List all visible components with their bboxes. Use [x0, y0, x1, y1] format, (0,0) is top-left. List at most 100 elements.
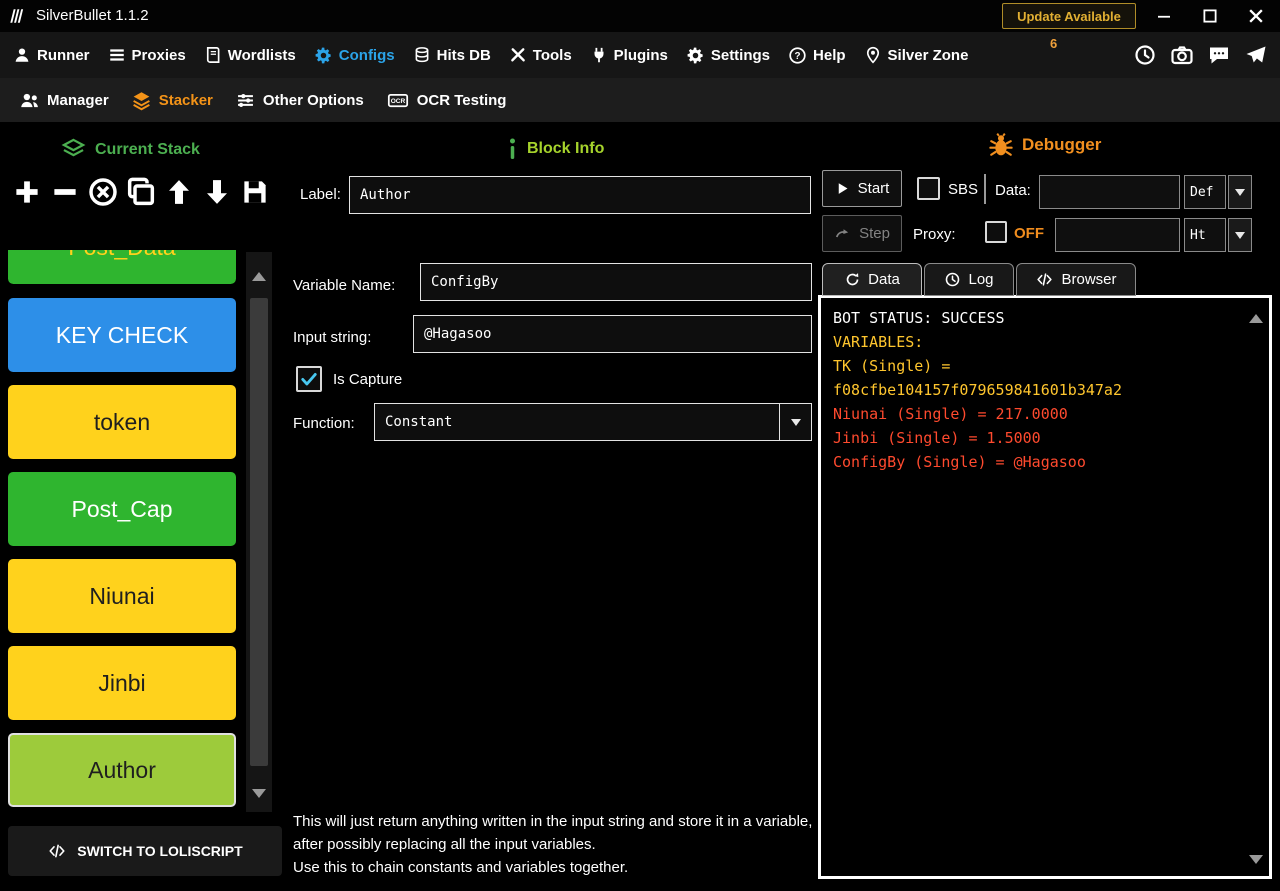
nav-item-configs[interactable]: Configs	[305, 32, 404, 78]
gear-icon	[686, 46, 705, 65]
telegram-button[interactable]	[1240, 39, 1272, 71]
nav-item-tools[interactable]: Tools	[500, 32, 581, 78]
nav-item-wordlists[interactable]: Wordlists	[195, 32, 305, 78]
start-button[interactable]: Start	[822, 170, 902, 207]
output-line: VARIABLES:	[833, 330, 1257, 354]
step-button[interactable]: Step	[822, 215, 902, 252]
nav-item-proxies[interactable]: Proxies	[99, 32, 195, 78]
history-button[interactable]	[1129, 39, 1161, 71]
move-down-button[interactable]	[198, 170, 236, 214]
tab-log[interactable]: Log	[924, 263, 1014, 296]
subnav-item-ocr-testing[interactable]: OCR OCR Testing	[375, 78, 518, 122]
label-field[interactable]: Author	[349, 176, 811, 214]
update-count-badge: 6	[1050, 36, 1057, 51]
subnav-item-manager[interactable]: Manager	[8, 78, 120, 122]
nav-item-hits-db[interactable]: Hits DB	[404, 32, 500, 78]
function-select[interactable]: Constant	[374, 403, 812, 441]
person-pin-icon	[864, 46, 882, 64]
code-icon	[1035, 271, 1054, 288]
remove-block-button[interactable]	[46, 170, 84, 214]
close-button[interactable]	[1238, 2, 1274, 30]
input-string-field[interactable]: @Hagasoo	[413, 315, 812, 353]
bug-icon	[988, 132, 1014, 158]
save-icon	[240, 177, 270, 207]
minimize-button[interactable]	[1146, 2, 1182, 30]
chat-icon	[1207, 43, 1231, 67]
output-line: ConfigBy (Single) = @Hagasoo	[833, 450, 1257, 474]
save-stack-button[interactable]	[236, 170, 274, 214]
stack-block-label: KEY CHECK	[56, 322, 189, 349]
nav-item-help[interactable]: ? Help	[779, 32, 855, 78]
nav-item-plugins[interactable]: Plugins	[581, 32, 677, 78]
proxy-input[interactable]	[1055, 218, 1180, 252]
stack-block-author[interactable]: Author	[8, 733, 236, 807]
stack-block-post-cap[interactable]: Post_Cap	[8, 472, 236, 546]
stack-block-key-check[interactable]: KEY CHECK	[8, 298, 236, 372]
stack-block-post-data[interactable]: Post_Data	[8, 250, 236, 284]
stack-block-niunai[interactable]: Niunai	[8, 559, 236, 633]
stack-block-label: token	[94, 409, 150, 436]
code-icon	[47, 842, 67, 860]
nav-item-silver-zone[interactable]: Silver Zone	[855, 32, 978, 78]
tab-browser[interactable]: Browser	[1016, 263, 1136, 296]
camera-icon	[1170, 43, 1194, 67]
scroll-down-arrow[interactable]	[1249, 855, 1263, 864]
plug-icon	[590, 46, 608, 64]
stack-block-jinbi[interactable]: Jinbi	[8, 646, 236, 720]
title-bar: SilverBullet 1.1.2 Update Available	[0, 0, 1280, 32]
is-capture-checkbox[interactable]	[296, 366, 322, 392]
data-input[interactable]	[1039, 175, 1180, 209]
clear-stack-button[interactable]	[84, 170, 122, 214]
data-type-select[interactable]: Def	[1184, 175, 1252, 209]
subnav-item-other-options[interactable]: Other Options	[224, 78, 375, 122]
proxy-checkbox[interactable]	[985, 221, 1007, 243]
clone-block-button[interactable]	[122, 170, 160, 214]
step-icon	[834, 225, 851, 242]
sbs-checkbox[interactable]	[917, 177, 940, 200]
output-line: TK (Single) =	[833, 354, 1257, 378]
input-string-label: Input string:	[293, 329, 371, 346]
scroll-down-arrow[interactable]	[252, 789, 266, 798]
scrollbar-thumb[interactable]	[250, 298, 268, 766]
nav-item-settings[interactable]: Settings	[677, 32, 779, 78]
sliders-icon	[235, 90, 256, 111]
variable-name-field[interactable]: ConfigBy	[420, 263, 812, 301]
circle-x-icon	[87, 176, 119, 208]
svg-text:OCR: OCR	[390, 98, 405, 105]
debugger-header: Debugger	[988, 132, 1101, 158]
database-icon	[413, 46, 431, 64]
arrow-down-icon	[202, 177, 232, 207]
plus-icon	[12, 177, 42, 207]
stack-icon	[60, 136, 87, 163]
switch-to-loliscript-button[interactable]: SWITCH TO LOLISCRIPT	[8, 826, 282, 876]
main-nav: Runner Proxies Wordlists Configs Hits DB…	[0, 32, 1280, 78]
variable-name-label: Variable Name:	[293, 277, 395, 294]
configs-subnav: Manager Stacker Other Options OCR OCR Te…	[0, 78, 1280, 122]
output-line: f08cfbe104157f079659841601b347a2	[833, 378, 1257, 402]
minus-icon	[50, 177, 80, 207]
stack-scrollbar[interactable]	[246, 252, 272, 812]
tab-data[interactable]: Data	[822, 263, 922, 296]
output-line: Niunai (Single) = 217.0000	[833, 402, 1257, 426]
screenshot-button[interactable]	[1166, 39, 1198, 71]
nav-item-runner[interactable]: Runner	[4, 32, 99, 78]
proxy-type-select[interactable]: Ht	[1184, 218, 1252, 252]
chevron-down-icon[interactable]	[779, 404, 811, 440]
stack-toolbar	[8, 170, 274, 214]
move-up-button[interactable]	[160, 170, 198, 214]
nav-quick-icons	[1129, 32, 1276, 78]
debugger-output-panel[interactable]: BOT STATUS: SUCCESS VARIABLES: TK (Singl…	[818, 295, 1272, 879]
scroll-up-arrow[interactable]	[1249, 314, 1263, 323]
scroll-up-arrow[interactable]	[252, 272, 266, 281]
chevron-down-icon[interactable]	[1228, 175, 1252, 209]
function-label: Function:	[293, 415, 355, 432]
chat-button[interactable]	[1203, 39, 1235, 71]
subnav-item-stacker[interactable]: Stacker	[120, 78, 224, 122]
gear-icon	[314, 46, 333, 65]
chevron-down-icon[interactable]	[1228, 218, 1252, 252]
add-block-button[interactable]	[8, 170, 46, 214]
history-icon	[1133, 43, 1157, 67]
update-available-button[interactable]: Update Available	[1002, 3, 1136, 29]
stack-block-token[interactable]: token	[8, 385, 236, 459]
maximize-button[interactable]	[1192, 2, 1228, 30]
